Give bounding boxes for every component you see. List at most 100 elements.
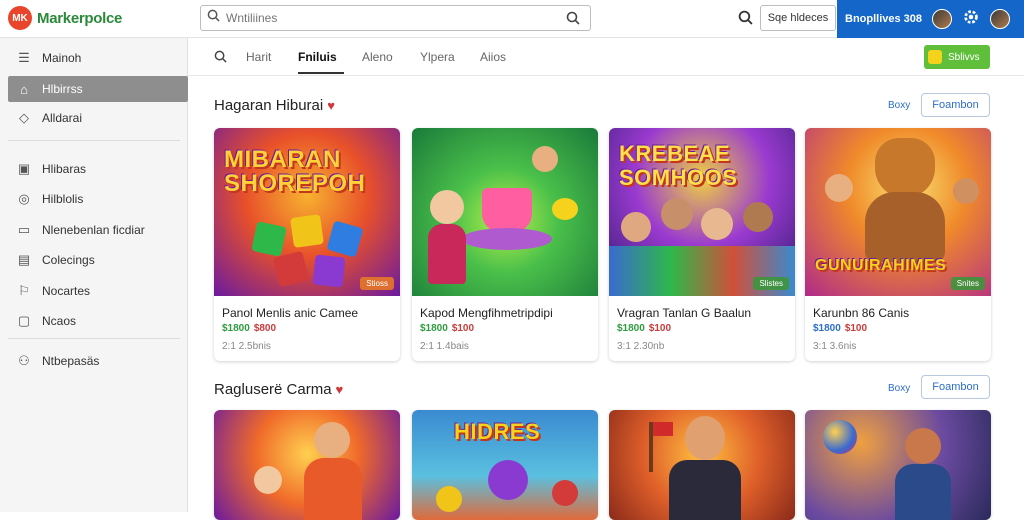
- section-link[interactable]: Boxy: [888, 383, 910, 394]
- global-search-icon[interactable]: [738, 10, 753, 30]
- game-card[interactable]: [609, 410, 795, 520]
- section-view-button[interactable]: Foambon: [921, 375, 990, 399]
- search-bar[interactable]: [200, 5, 591, 31]
- avatar[interactable]: [932, 9, 953, 29]
- game-card[interactable]: HIDRES: [412, 410, 598, 520]
- tv-icon: ▭: [17, 222, 31, 237]
- card-image: HIDRES: [412, 410, 598, 520]
- tab-action-label: Sblivvs: [948, 51, 980, 63]
- card-price-primary: $1800: [420, 323, 448, 334]
- card-image: KREBEAE SOMHOOS Slistes: [609, 128, 795, 296]
- game-card[interactable]: MIBARAN SHOREPOH Stioss Panol Menlis ani…: [214, 128, 400, 361]
- account-bar: Bnopllives 308: [837, 0, 1024, 38]
- heart-icon[interactable]: ♥: [327, 98, 335, 113]
- sidebar-item-label: Colecings: [42, 253, 95, 267]
- card-tag: Stioss: [360, 277, 394, 290]
- profile-avatar[interactable]: [990, 9, 1011, 29]
- compass-icon: ◎: [18, 191, 30, 206]
- sidebar-item-label: Nlenebenlan ficdiar: [42, 223, 145, 237]
- bookmark-icon: ⚐: [18, 283, 30, 298]
- account-label[interactable]: Bnopllives 308: [845, 13, 922, 25]
- tab-search-icon[interactable]: [214, 50, 227, 68]
- card-price-secondary: $100: [451, 323, 475, 334]
- diamond-icon: ◇: [19, 110, 29, 125]
- sidebar-item-hilblolis[interactable]: ◎ Hilblolis: [8, 186, 188, 212]
- search-icon: [207, 9, 220, 27]
- top-filter-button[interactable]: Sqe hldeces: [760, 5, 836, 31]
- card-price: $1800 $100: [420, 323, 474, 334]
- card-price-primary: $1800: [813, 323, 841, 334]
- sidebar-divider: [8, 338, 180, 339]
- section-title-text: Hagaran Hiburai: [214, 97, 324, 114]
- sidebar-item-label: Hlibaras: [42, 162, 87, 176]
- app-name: Markerpolce: [37, 9, 123, 27]
- card-art-text: MIBARAN SHOREPOH: [224, 146, 366, 197]
- heart-icon[interactable]: ♥: [336, 382, 344, 397]
- sidebar-item-nlenebenlan[interactable]: ▭ Nlenebenlan ficdiar: [8, 217, 188, 243]
- collection-icon: ▤: [17, 252, 31, 267]
- card-art-text: GUNUIRAHIMES: [815, 257, 947, 274]
- top-bar: MK Markerpolce Sqe hldeces Bnopllives 30…: [0, 0, 1024, 38]
- sidebar-item-hlibaras[interactable]: ▣ Hlibaras: [8, 156, 188, 182]
- game-card[interactable]: [214, 410, 400, 520]
- bag-icon: ▣: [17, 161, 31, 176]
- game-card[interactable]: [805, 410, 991, 520]
- smiley-icon: [928, 50, 942, 64]
- sidebar-item-label: Alldarai: [42, 111, 83, 125]
- tab-action-button[interactable]: Sblivvs: [924, 45, 990, 69]
- card-title: Karunbn 86 Canis: [813, 306, 910, 320]
- card-price-primary: $1800: [222, 323, 250, 334]
- sidebar-item-colecings[interactable]: ▤ Colecings: [8, 247, 188, 273]
- card-title: Vragran Tanlan G Baalun: [617, 306, 752, 320]
- card-price-secondary: $100: [844, 323, 868, 334]
- sidebar-item-label: Ncaos: [42, 314, 77, 328]
- store-icon: ⌂: [20, 81, 28, 97]
- card-price-secondary: $800: [253, 323, 277, 334]
- sidebar-item-label: Nocartes: [42, 284, 91, 298]
- card-meta: 2:1 2.5bnis: [222, 341, 271, 352]
- search-submit-icon[interactable]: [566, 11, 580, 30]
- card-image: [805, 410, 991, 520]
- tab-harit[interactable]: Harit: [246, 50, 271, 64]
- card-meta: 3:1 3.6nis: [813, 341, 857, 352]
- search-input[interactable]: [226, 11, 566, 25]
- sidebar-item-nocartes[interactable]: ⚐ Nocartes: [8, 278, 188, 304]
- menu-icon: ☰: [18, 50, 30, 65]
- gear-icon[interactable]: [962, 8, 980, 31]
- note-icon: ▢: [17, 313, 31, 328]
- tab-aleno[interactable]: Aleno: [362, 50, 393, 64]
- card-price-primary: $1800: [617, 323, 645, 334]
- section-link[interactable]: Boxy: [888, 100, 910, 111]
- card-image: GUNUIRAHIMES Snites: [805, 128, 991, 296]
- sidebar: ☰ Mainoh ⌂ Hlbirrss ◇ Alldarai ▣ Hlibara…: [0, 38, 188, 512]
- sidebar-divider: [8, 140, 180, 141]
- game-card[interactable]: GUNUIRAHIMES Snites Karunbn 86 Canis $18…: [805, 128, 991, 361]
- card-price: $1800 $100: [617, 323, 671, 334]
- card-meta: 3:1 2.30nb: [617, 341, 665, 352]
- card-image: [412, 128, 598, 296]
- person-icon: ⚇: [18, 353, 30, 368]
- section-title: Ragluserë Carma ♥: [214, 381, 343, 398]
- card-image: [609, 410, 795, 520]
- sidebar-item-ncaos[interactable]: ▢ Ncaos: [8, 308, 188, 334]
- card-price-secondary: $100: [648, 323, 672, 334]
- card-image: MIBARAN SHOREPOH Stioss: [214, 128, 400, 296]
- sidebar-item-ntbepasas[interactable]: ⚇ Ntbepasäs: [8, 348, 188, 374]
- tab-ylpera[interactable]: Ylpera: [420, 50, 455, 64]
- app-logo[interactable]: MK Markerpolce: [8, 6, 122, 30]
- card-title: Panol Menlis anic Camee: [222, 306, 359, 320]
- tab-fniluis[interactable]: Fniluis: [298, 50, 337, 64]
- section-view-button[interactable]: Foambon: [921, 93, 990, 117]
- sidebar-item-label: Ntbepasäs: [42, 354, 100, 368]
- card-tag: Slistes: [753, 277, 789, 290]
- card-tag: Snites: [950, 277, 985, 290]
- sidebar-item-menu[interactable]: ☰ Mainoh: [8, 45, 188, 71]
- sidebar-item-hlbirrss[interactable]: ⌂ Hlbirrss: [8, 76, 188, 102]
- card-price: $1800 $800: [222, 323, 276, 334]
- game-card[interactable]: Kapod Mengfihmetripdipi $1800 $100 2:1 1.…: [412, 128, 598, 361]
- game-card[interactable]: KREBEAE SOMHOOS Slistes Vragran Tanlan G…: [609, 128, 795, 361]
- sidebar-item-alldarai[interactable]: ◇ Alldarai: [8, 105, 188, 131]
- tab-aiios[interactable]: Aiios: [480, 50, 506, 64]
- card-art-text: KREBEAE SOMHOOS: [619, 141, 738, 190]
- section-title-text: Ragluserë Carma: [214, 381, 332, 398]
